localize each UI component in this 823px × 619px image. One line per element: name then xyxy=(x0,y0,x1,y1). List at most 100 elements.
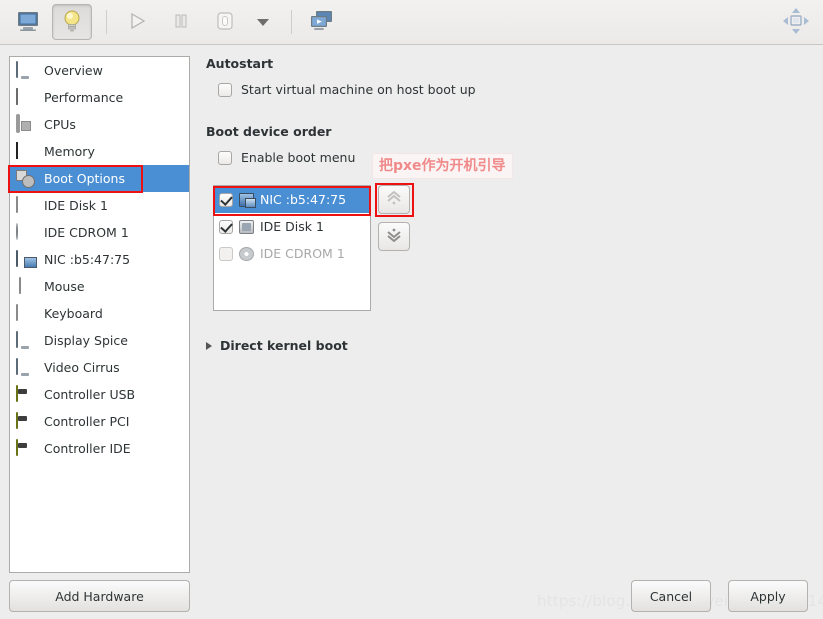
sidebar-item-label: Display Spice xyxy=(44,333,128,348)
add-hardware-label: Add Hardware xyxy=(55,588,144,604)
boot-device-label: IDE CDROM 1 xyxy=(260,246,345,261)
boot-device-checkbox[interactable] xyxy=(219,219,233,234)
sidebar-item-label: Mouse xyxy=(44,279,85,294)
boot-device-label: IDE Disk 1 xyxy=(260,219,324,234)
virt-manager-vm-details-window: Overview Performance CPUs Memory Boot Op… xyxy=(0,0,823,619)
apply-label: Apply xyxy=(750,588,786,604)
pause-button[interactable] xyxy=(161,4,201,40)
shutdown-button[interactable] xyxy=(205,4,245,40)
boot-device-label: NIC :b5:47:75 xyxy=(260,192,347,207)
memory-icon xyxy=(16,141,36,161)
autostart-title: Autostart xyxy=(206,56,274,71)
apply-button[interactable]: Apply xyxy=(728,580,808,612)
sidebar-item-label: Performance xyxy=(44,90,124,105)
annotation-text: 把pxe作为开机引导 xyxy=(372,153,513,179)
chevron-down-icon xyxy=(385,227,403,246)
sidebar-item-video-cirrus[interactable]: Video Cirrus xyxy=(10,354,189,381)
sidebar-item-label: CPUs xyxy=(44,117,76,132)
sidebar-item-nic[interactable]: NIC :b5:47:75 xyxy=(10,246,189,273)
add-hardware-button[interactable]: Add Hardware xyxy=(9,580,190,612)
autostart-checkbox-label: Start virtual machine on host boot up xyxy=(241,82,476,97)
direct-kernel-boot-expander[interactable]: Direct kernel boot xyxy=(206,338,348,353)
mouse-icon xyxy=(16,276,36,296)
sidebar-item-display-spice[interactable]: Display Spice xyxy=(10,327,189,354)
enable-boot-menu-checkbox[interactable] xyxy=(218,150,232,165)
sidebar-item-keyboard[interactable]: Keyboard xyxy=(10,300,189,327)
play-icon xyxy=(126,10,148,35)
sidebar-item-label: NIC :b5:47:75 xyxy=(44,252,131,267)
sidebar-item-label: Memory xyxy=(44,144,95,159)
video-icon xyxy=(16,357,36,377)
performance-icon xyxy=(16,87,36,107)
cancel-label: Cancel xyxy=(649,588,693,604)
fullscreen-icon xyxy=(781,7,811,39)
enable-boot-menu-row[interactable]: Enable boot menu xyxy=(218,150,816,165)
boot-device-checkbox[interactable] xyxy=(219,246,233,261)
cpu-icon xyxy=(16,113,36,134)
pause-icon xyxy=(170,10,192,35)
boot-device-checkbox[interactable] xyxy=(219,192,233,207)
sidebar-item-performance[interactable]: Performance xyxy=(10,84,189,111)
cancel-button[interactable]: Cancel xyxy=(631,580,711,612)
snapshots-icon xyxy=(309,9,335,36)
move-up-button[interactable] xyxy=(378,185,410,214)
chevron-up-icon xyxy=(385,190,403,209)
run-button[interactable] xyxy=(117,4,157,40)
sidebar-item-overview[interactable]: Overview xyxy=(10,57,189,84)
sidebar-item-label: Controller IDE xyxy=(44,441,131,456)
sidebar-item-cpus[interactable]: CPUs xyxy=(10,111,189,138)
monitor-icon xyxy=(16,60,36,80)
fullscreen-button[interactable] xyxy=(781,6,811,39)
autostart-checkbox[interactable] xyxy=(218,82,232,97)
toolbar-separator-1 xyxy=(106,10,107,34)
toolbar xyxy=(0,0,823,45)
controller-icon xyxy=(16,438,36,458)
display-icon xyxy=(16,330,36,350)
controller-icon xyxy=(16,384,36,404)
disk-icon xyxy=(239,219,254,234)
sidebar-item-controller-usb[interactable]: Controller USB xyxy=(10,381,189,408)
show-details-button[interactable] xyxy=(52,4,92,40)
sidebar-item-ide-cdrom-1[interactable]: IDE CDROM 1 xyxy=(10,219,189,246)
keyboard-icon xyxy=(16,303,36,323)
nic-icon xyxy=(16,249,36,269)
hardware-list[interactable]: Overview Performance CPUs Memory Boot Op… xyxy=(9,56,190,573)
move-down-button[interactable] xyxy=(378,222,410,251)
monitor-icon xyxy=(16,10,40,35)
sidebar-item-label: IDE CDROM 1 xyxy=(44,225,129,240)
toolbar-separator-2 xyxy=(291,10,292,34)
autostart-checkbox-row[interactable]: Start virtual machine on host boot up xyxy=(218,82,816,97)
sidebar-item-label: Video Cirrus xyxy=(44,360,120,375)
sidebar-item-boot-options[interactable]: Boot Options xyxy=(10,165,189,192)
nic-icon xyxy=(239,192,256,208)
direct-kernel-boot-label: Direct kernel boot xyxy=(220,338,348,353)
power-icon xyxy=(213,9,237,36)
boot-device-row-nic[interactable]: NIC :b5:47:75 xyxy=(214,186,370,213)
console-view-button[interactable] xyxy=(8,4,48,40)
cdrom-icon xyxy=(239,246,254,261)
sidebar-item-label: Overview xyxy=(44,63,103,78)
sidebar-item-label: IDE Disk 1 xyxy=(44,198,108,213)
sidebar-item-label: Controller USB xyxy=(44,387,136,402)
boot-device-list[interactable]: NIC :b5:47:75 IDE Disk 1 IDE CDROM 1 xyxy=(213,185,371,311)
cdrom-icon xyxy=(16,222,36,242)
boot-device-row-ide-cdrom-1[interactable]: IDE CDROM 1 xyxy=(214,240,370,267)
sidebar-item-memory[interactable]: Memory xyxy=(10,138,189,165)
sidebar-item-label: Boot Options xyxy=(44,171,125,186)
sidebar-item-controller-ide[interactable]: Controller IDE xyxy=(10,435,189,462)
sidebar-item-mouse[interactable]: Mouse xyxy=(10,273,189,300)
chevron-right-icon xyxy=(206,341,212,350)
boot-device-order-title: Boot device order xyxy=(206,124,332,139)
shutdown-menu-button[interactable] xyxy=(249,4,277,40)
boot-device-row-ide-disk-1[interactable]: IDE Disk 1 xyxy=(214,213,370,240)
sidebar-item-label: Keyboard xyxy=(44,306,103,321)
disk-icon xyxy=(16,195,36,215)
sidebar-item-controller-pci[interactable]: Controller PCI xyxy=(10,408,189,435)
controller-icon xyxy=(16,411,36,431)
lightbulb-icon xyxy=(61,9,83,36)
enable-boot-menu-label: Enable boot menu xyxy=(241,150,356,165)
sidebar-item-ide-disk-1[interactable]: IDE Disk 1 xyxy=(10,192,189,219)
boot-options-panel: Autostart Start virtual machine on host … xyxy=(206,56,816,165)
snapshots-button[interactable] xyxy=(302,4,342,40)
chevron-down-icon xyxy=(256,15,270,30)
